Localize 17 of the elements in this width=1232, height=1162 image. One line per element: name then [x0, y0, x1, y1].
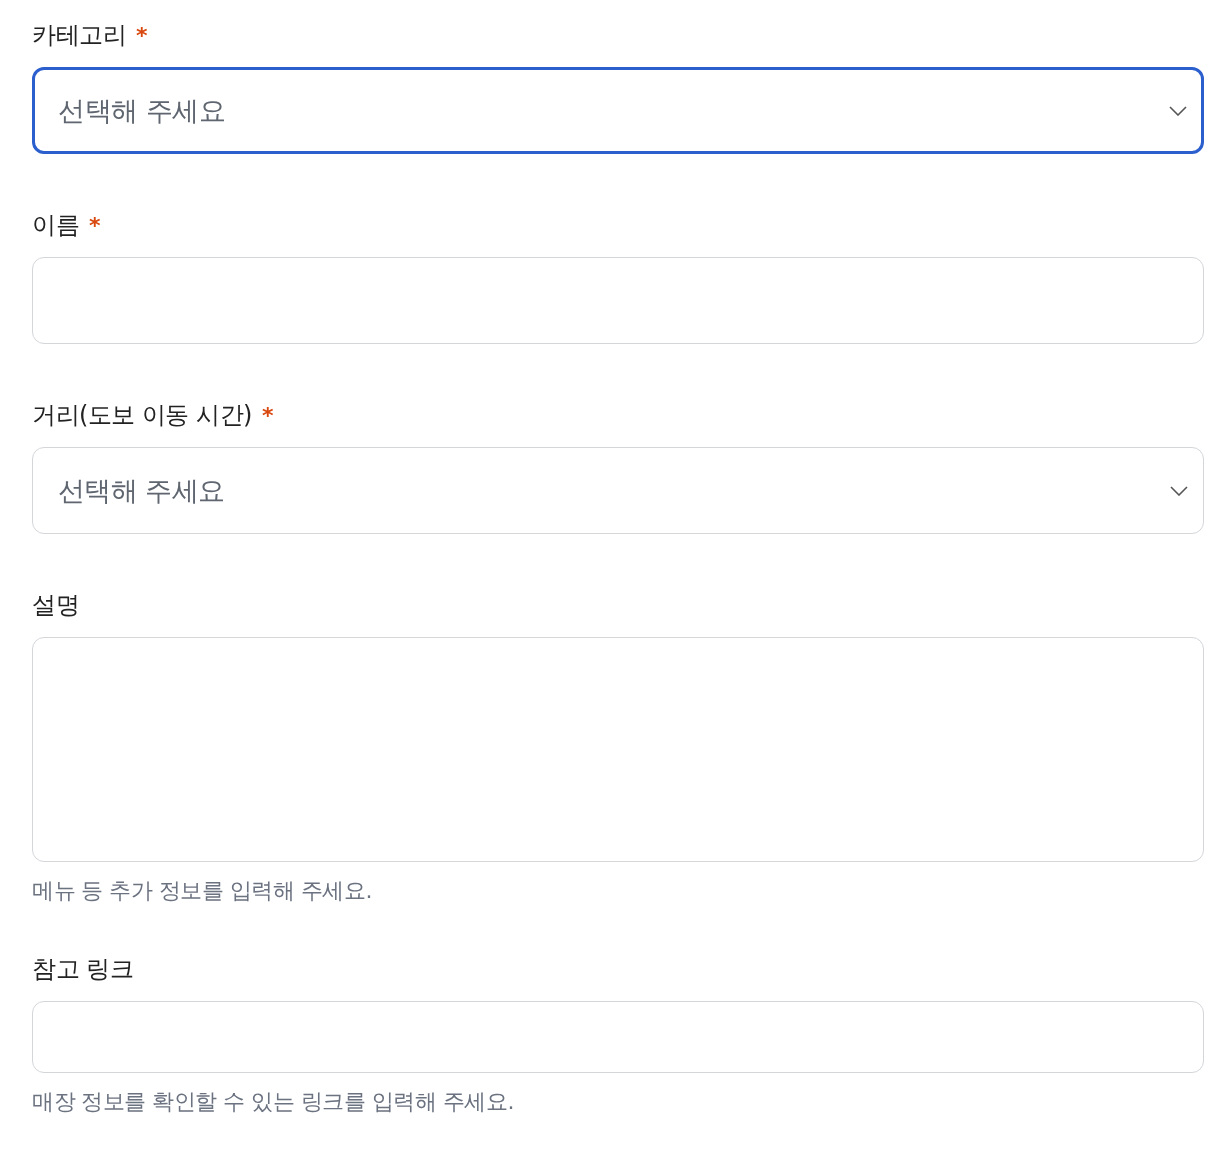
helper-text: 매장 정보를 확인할 수 있는 링크를 입력해 주세요. — [32, 1088, 515, 1116]
field-label: 참고 링크 — [32, 954, 134, 985]
textarea-field[interactable] — [32, 637, 1204, 862]
field-label: 거리(도보 이동 시간) — [32, 400, 252, 431]
chevron-down-icon — [1169, 485, 1188, 496]
select-field[interactable]: 선택해 주세요 — [32, 447, 1204, 534]
field-label: 카테고리 — [32, 20, 126, 51]
text-input-field[interactable] — [32, 257, 1204, 344]
link-input-field[interactable] — [32, 1001, 1204, 1073]
required-mark: * — [262, 402, 274, 428]
required-mark: * — [89, 212, 101, 238]
field-label: 설명 — [32, 590, 79, 621]
select-field[interactable]: 선택해 주세요 — [32, 67, 1204, 154]
chevron-down-icon — [1169, 105, 1187, 116]
helper-text: 메뉴 등 추가 정보를 입력해 주세요. — [32, 877, 373, 905]
field-label: 이름 — [32, 210, 79, 241]
required-mark: * — [136, 22, 148, 48]
